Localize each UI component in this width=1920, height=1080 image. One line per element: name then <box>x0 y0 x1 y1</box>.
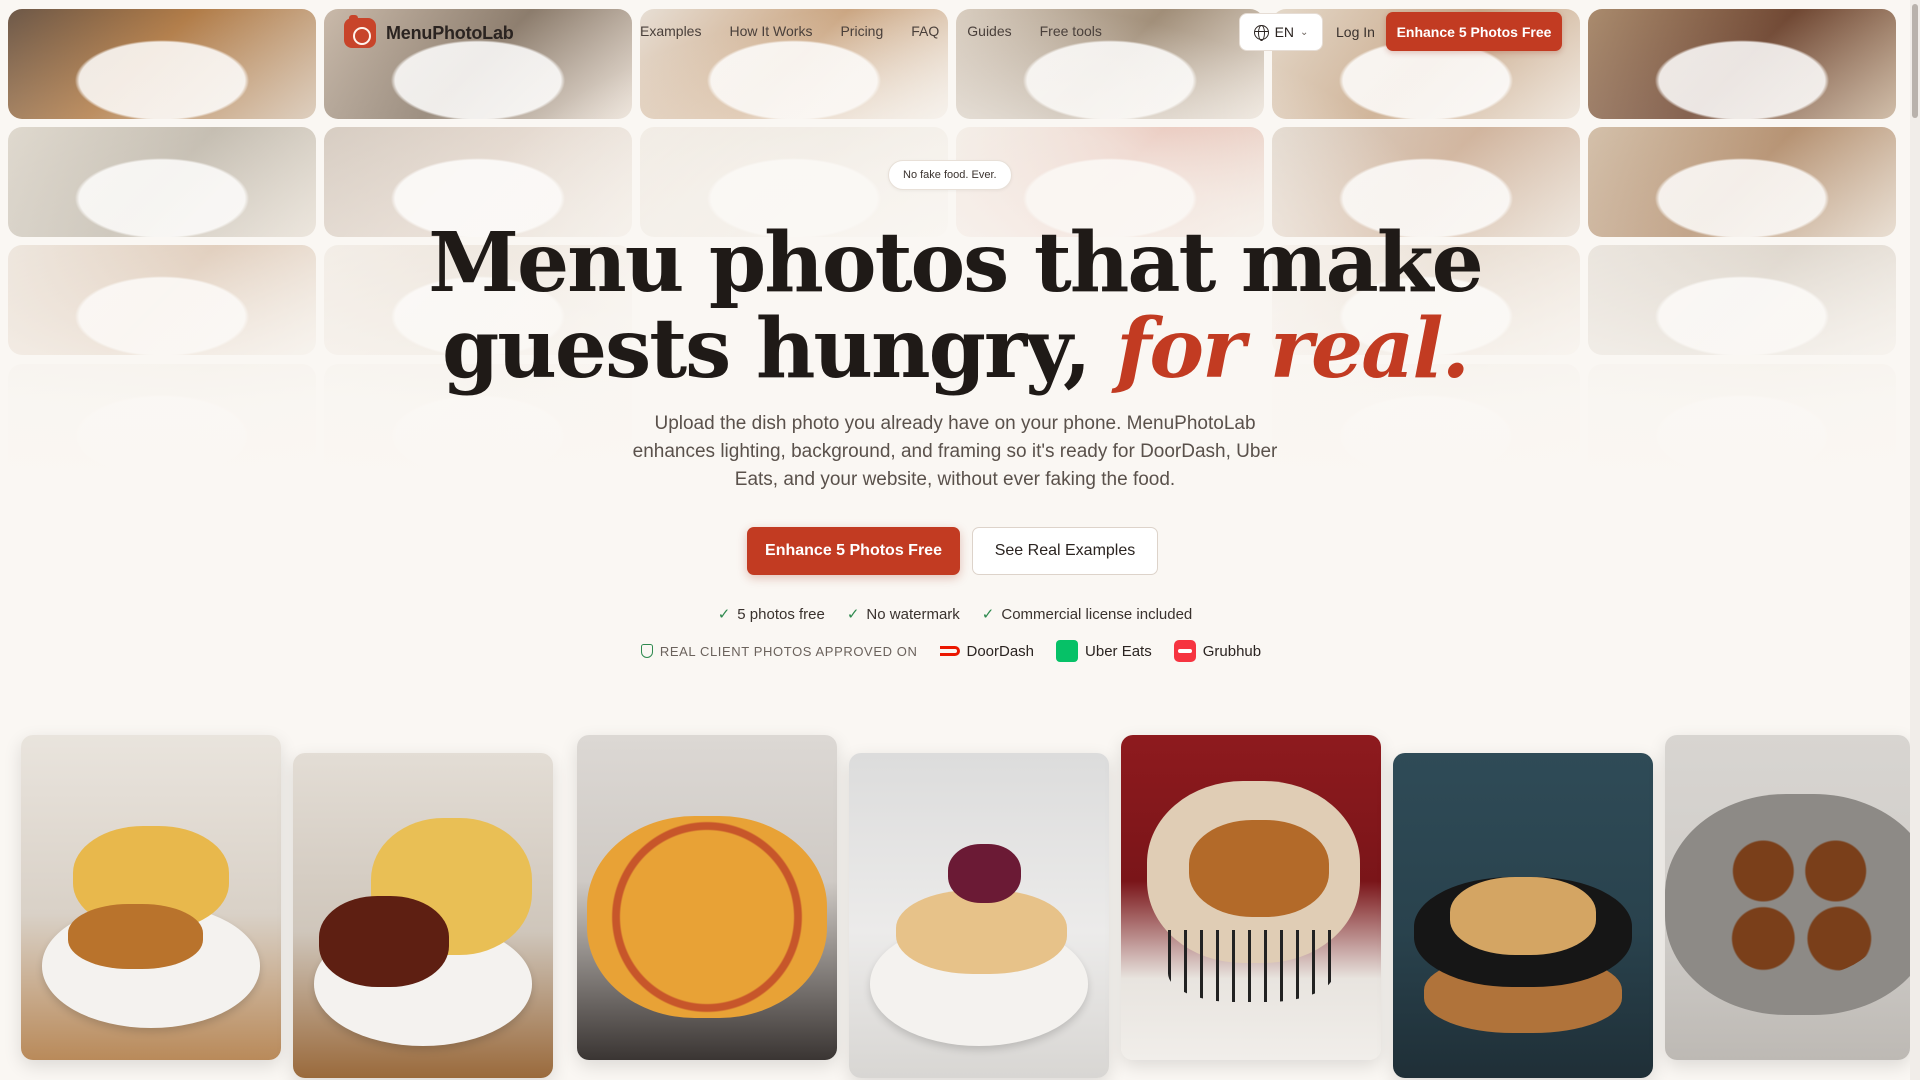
platform-ubereats: Uber Eats <box>1056 640 1152 662</box>
check-icon: ✓ <box>981 606 995 623</box>
language-selector[interactable]: EN ⌄ <box>1239 13 1323 51</box>
fajita-chicken-image <box>1450 876 1596 955</box>
headline-accent: for real. <box>1116 301 1470 397</box>
food-card-pepperoni-pizza[interactable] <box>577 735 837 1060</box>
food-card-fried-chicken-basket[interactable] <box>1121 735 1381 1060</box>
headline-line-2: guests hungry, <box>441 301 1092 397</box>
approved-platforms: REAL CLIENT PHOTOS APPROVED ON DoorDash … <box>0 640 1910 662</box>
platform-label: Uber Eats <box>1085 642 1152 660</box>
grubhub-logo-icon <box>1173 640 1196 662</box>
wings-image <box>319 896 449 987</box>
doordash-logo-icon <box>939 646 960 656</box>
ubereats-logo-icon <box>1056 640 1079 662</box>
berries-image <box>947 844 1021 903</box>
check-label: Commercial license included <box>1001 605 1193 623</box>
check-item: ✓ No watermark <box>846 605 960 624</box>
nav-cta-button[interactable]: Enhance 5 Photos Free <box>1386 12 1562 51</box>
approved-label: REAL CLIENT PHOTOS APPROVED ON <box>659 643 918 659</box>
food-card-skillet-chicken-fajita[interactable] <box>1393 753 1653 1078</box>
nav-link-faq[interactable]: FAQ <box>911 23 939 39</box>
page-scrollbar[interactable] <box>1910 0 1920 1080</box>
tenders-image <box>67 904 203 969</box>
hero-headline: Menu photos that make guests hungry, for… <box>0 220 1910 392</box>
wire-basket-image <box>1167 930 1335 1002</box>
platform-label: DoorDash <box>966 642 1035 660</box>
platform-label: Grubhub <box>1202 642 1262 660</box>
food-card-berry-pancakes[interactable] <box>849 753 1109 1078</box>
login-link[interactable]: Log In <box>1336 24 1375 40</box>
check-item: ✓ 5 photos free <box>717 605 825 624</box>
nav-link-pricing[interactable]: Pricing <box>840 23 883 39</box>
check-icon: ✓ <box>846 606 860 623</box>
arancini-image <box>1709 826 1891 976</box>
see-examples-button[interactable]: See Real Examples <box>972 527 1158 575</box>
nav-link-how-it-works[interactable]: How It Works <box>729 23 812 39</box>
pizza-image <box>587 816 827 1018</box>
scrollbar-thumb[interactable] <box>1912 4 1918 118</box>
main-nav: Examples How It Works Pricing FAQ Guides… <box>640 23 1102 39</box>
hero-subtext: Upload the dish photo you already have o… <box>632 413 1278 490</box>
fried-chicken-image <box>1188 819 1329 917</box>
enhance-photos-button[interactable]: Enhance 5 Photos Free <box>747 527 960 575</box>
food-card-chicken-tenders-fries[interactable] <box>21 735 281 1060</box>
globe-icon <box>1253 24 1269 41</box>
camera-logo-icon <box>344 15 376 48</box>
nav-link-guides[interactable]: Guides <box>967 23 1011 39</box>
shield-check-icon <box>640 644 653 658</box>
nav-link-free-tools[interactable]: Free tools <box>1040 23 1102 39</box>
brand-name: MenuPhotoLab <box>386 22 514 43</box>
chevron-down-icon: ⌄ <box>1300 26 1309 38</box>
food-card-wings-fries[interactable] <box>293 753 553 1078</box>
nav-link-examples[interactable]: Examples <box>640 23 701 39</box>
check-item: ✓ Commercial license included <box>981 605 1193 624</box>
check-label: No watermark <box>866 605 960 623</box>
check-label: 5 photos free <box>737 605 825 623</box>
food-card-arancini-skillet[interactable] <box>1665 735 1910 1060</box>
approved-label-group: REAL CLIENT PHOTOS APPROVED ON <box>640 643 918 659</box>
no-fake-food-badge: No fake food. Ever. <box>888 160 1012 190</box>
platform-grubhub: Grubhub <box>1173 640 1262 662</box>
language-label: EN <box>1274 24 1295 40</box>
brand-logo[interactable]: MenuPhotoLab <box>344 15 514 48</box>
check-icon: ✓ <box>717 606 731 623</box>
feature-checklist: ✓ 5 photos free ✓ No watermark ✓ Commerc… <box>0 605 1910 624</box>
platform-doordash: DoorDash <box>939 642 1035 660</box>
headline-line-1: Menu photos that make <box>428 215 1484 311</box>
